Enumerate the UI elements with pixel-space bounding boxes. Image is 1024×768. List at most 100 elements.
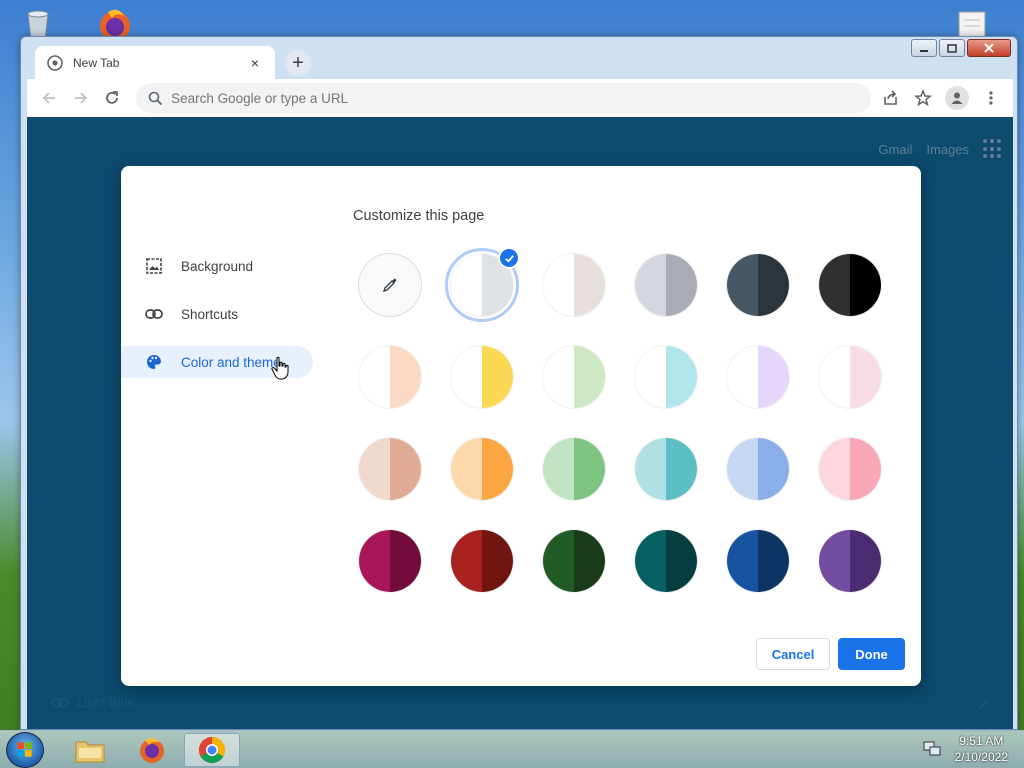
color-swatch-cool-grey[interactable] bbox=[634, 253, 698, 317]
toolbar-right bbox=[875, 82, 1007, 114]
windows-logo-icon bbox=[17, 742, 32, 757]
clock-time: 9:51 AM bbox=[959, 734, 1004, 748]
start-button[interactable] bbox=[6, 732, 44, 768]
browser-toolbar bbox=[27, 79, 1013, 117]
sidebar-item-label: Color and theme bbox=[181, 354, 281, 370]
share-button[interactable] bbox=[875, 82, 907, 114]
swatch-disc bbox=[542, 345, 606, 409]
sidebar-item-shortcuts[interactable]: Shortcuts bbox=[121, 298, 313, 330]
chrome-favicon-icon bbox=[47, 54, 63, 71]
color-swatch-default[interactable] bbox=[445, 247, 520, 322]
taskbar-chrome[interactable] bbox=[184, 733, 240, 767]
edit-pencil-icon[interactable] bbox=[977, 697, 991, 711]
color-swatch-purple[interactable] bbox=[818, 529, 882, 593]
color-swatch-orange[interactable] bbox=[450, 437, 514, 501]
swatch-disc bbox=[450, 529, 514, 593]
google-apps-icon[interactable] bbox=[983, 139, 1003, 159]
theme-name: Light Blue bbox=[77, 695, 135, 710]
more-vert-icon bbox=[989, 91, 993, 105]
sidebar-item-background[interactable]: Background bbox=[121, 250, 313, 282]
theme-attribution[interactable]: Light Blue bbox=[51, 695, 135, 710]
forward-button[interactable] bbox=[65, 82, 97, 114]
customize-dialog: Customize this page Background Shortcuts… bbox=[121, 166, 921, 686]
color-swatch-light-teal-white[interactable] bbox=[634, 345, 698, 409]
palette-icon bbox=[147, 355, 161, 369]
color-swatch-dark-red[interactable] bbox=[450, 529, 514, 593]
swatch-disc bbox=[634, 253, 698, 317]
firefox-icon bbox=[140, 738, 164, 763]
omnibox[interactable] bbox=[136, 83, 871, 113]
taskbar-firefox[interactable] bbox=[124, 733, 180, 767]
clock-date: 2/10/2022 bbox=[954, 750, 1008, 764]
folder-icon bbox=[75, 741, 105, 763]
color-swatch-light-blue[interactable] bbox=[726, 437, 790, 501]
network-icon[interactable] bbox=[923, 741, 941, 757]
color-swatch-midnight-blue[interactable] bbox=[726, 253, 790, 317]
back-button[interactable] bbox=[33, 82, 65, 114]
profile-avatar[interactable] bbox=[945, 86, 969, 110]
menu-button[interactable] bbox=[975, 82, 1007, 114]
eyedropper-icon bbox=[382, 278, 397, 293]
share-icon bbox=[884, 90, 897, 105]
swatch-disc bbox=[818, 437, 882, 501]
done-button[interactable]: Done bbox=[838, 638, 905, 670]
check-icon bbox=[498, 247, 520, 269]
new-tab-button[interactable]: + bbox=[285, 50, 311, 76]
cancel-button[interactable]: Cancel bbox=[756, 638, 830, 670]
taskbar: 9:51 AM 2/10/2022 bbox=[0, 730, 1024, 768]
dialog-actions: Cancel Done bbox=[756, 638, 905, 670]
color-swatch-light-green[interactable] bbox=[542, 437, 606, 501]
swatch-disc bbox=[818, 529, 882, 593]
color-swatch-dark-blue[interactable] bbox=[726, 529, 790, 593]
system-tray: 9:51 AM 2/10/2022 bbox=[923, 733, 1008, 765]
color-swatch-warm-grey[interactable] bbox=[542, 253, 606, 317]
swatch-disc bbox=[358, 529, 422, 593]
color-swatch-yellow-white[interactable] bbox=[450, 345, 514, 409]
color-swatch-dark-green[interactable] bbox=[542, 529, 606, 593]
image-icon bbox=[146, 258, 162, 274]
swatch-disc bbox=[450, 437, 514, 501]
color-swatch-black[interactable] bbox=[818, 253, 882, 317]
color-swatch-light-purple-white[interactable] bbox=[726, 345, 790, 409]
color-swatch-beige-white[interactable] bbox=[358, 345, 422, 409]
swatch-disc bbox=[450, 345, 514, 409]
swatch-disc bbox=[726, 253, 790, 317]
swatch-disc bbox=[726, 529, 790, 593]
dialog-title: Customize this page bbox=[353, 208, 485, 224]
clock[interactable]: 9:51 AM 2/10/2022 bbox=[955, 733, 1008, 765]
reload-button[interactable] bbox=[96, 82, 128, 114]
swatch-disc bbox=[358, 437, 422, 501]
taskbar-explorer[interactable] bbox=[62, 733, 118, 767]
color-swatch-green-white[interactable] bbox=[542, 345, 606, 409]
link-icon bbox=[145, 309, 163, 319]
back-arrow-icon bbox=[42, 92, 55, 104]
link-icon bbox=[51, 697, 69, 708]
swatch-disc bbox=[634, 345, 698, 409]
tab-new-tab[interactable]: New Tab × bbox=[35, 46, 275, 79]
color-swatch-custom[interactable] bbox=[358, 253, 422, 317]
color-swatch-light-pink[interactable] bbox=[818, 437, 882, 501]
swatch-disc bbox=[634, 437, 698, 501]
color-swatch-dark-pink[interactable] bbox=[358, 529, 422, 593]
gmail-link[interactable]: Gmail bbox=[878, 142, 912, 157]
omnibox-input[interactable] bbox=[171, 90, 672, 106]
swatch-disc bbox=[818, 345, 882, 409]
color-swatch-pink-white[interactable] bbox=[818, 345, 882, 409]
color-swatch-beige[interactable] bbox=[358, 437, 422, 501]
bookmark-button[interactable] bbox=[907, 82, 939, 114]
swatch-disc bbox=[818, 253, 882, 317]
ntp-top-links: Gmail Images bbox=[878, 139, 1003, 159]
color-swatch-light-teal[interactable] bbox=[634, 437, 698, 501]
sidebar-item-label: Background bbox=[181, 258, 254, 274]
images-link[interactable]: Images bbox=[926, 142, 969, 157]
hand-cursor-icon bbox=[271, 356, 289, 380]
tab-close-icon[interactable]: × bbox=[247, 55, 263, 71]
swatch-disc bbox=[726, 437, 790, 501]
swatch-disc bbox=[542, 437, 606, 501]
chrome-icon bbox=[198, 736, 226, 764]
swatch-disc bbox=[358, 253, 422, 317]
color-swatch-grid bbox=[358, 247, 882, 593]
color-swatch-dark-teal[interactable] bbox=[634, 529, 698, 593]
tab-title: New Tab bbox=[73, 55, 120, 70]
star-icon bbox=[914, 89, 932, 107]
